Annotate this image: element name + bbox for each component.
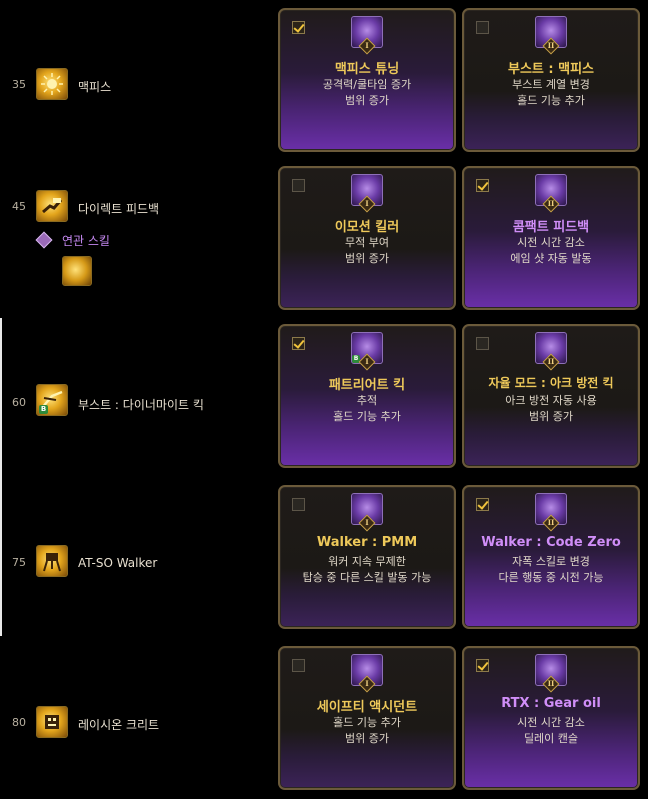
option-card[interactable]: I 이모션 킬러 무적 부여 범위 증가 xyxy=(278,166,456,310)
option-desc: 홀드 기능 추가 xyxy=(517,94,585,107)
option-card[interactable]: B I 패트리어트 킥 추적 홀드 기능 추가 xyxy=(278,324,456,468)
option-card[interactable]: I Walker : PMM 워커 지속 무제한 탑승 중 다른 스킬 발동 가… xyxy=(278,485,456,629)
option-checkbox[interactable] xyxy=(292,337,305,350)
walker-icon[interactable] xyxy=(36,545,68,577)
option-title: 부스트 : 맥피스 xyxy=(507,62,594,77)
skill-name: 레이시온 크리트 xyxy=(78,718,160,732)
skill-name: AT-SO Walker xyxy=(78,556,158,570)
option-checkbox[interactable] xyxy=(476,659,489,672)
skill-level: 45 xyxy=(12,200,26,213)
option-title: 맥피스 튜닝 xyxy=(334,62,400,77)
option-title: Walker : PMM xyxy=(316,535,418,550)
option-desc: 홀드 기능 추가 xyxy=(333,716,401,729)
option-desc: 딜레이 캔슬 xyxy=(523,732,579,745)
skill-level: 60 xyxy=(12,396,26,409)
option-desc: 범위 증가 xyxy=(345,94,389,107)
related-skill-text: 연관 스킬 xyxy=(62,234,110,248)
option-title: RTX : Gear oil xyxy=(501,696,601,711)
kick-icon[interactable]: B xyxy=(36,384,68,416)
option-title: 세이프티 액시던트 xyxy=(316,700,418,715)
option-desc: 범위 증가 xyxy=(345,732,389,745)
option-desc: 부스트 계열 변경 xyxy=(512,78,590,91)
option-title: 이모션 킬러 xyxy=(334,220,400,235)
option-checkbox[interactable] xyxy=(292,21,305,34)
skill-name: 맥피스 xyxy=(78,80,112,94)
option-desc: 범위 증가 xyxy=(529,410,573,423)
option-desc: 자폭 스킬로 변경 xyxy=(512,555,590,568)
option-desc: 탑승 중 다른 스킬 발동 가능 xyxy=(302,571,432,584)
window-edge xyxy=(0,318,2,636)
tier-badge xyxy=(35,231,53,249)
option-card[interactable]: II 부스트 : 맥피스 부스트 계열 변경 홀드 기능 추가 xyxy=(462,8,640,152)
skill-level: 35 xyxy=(12,78,26,91)
option-title: Walker : Code Zero xyxy=(481,535,621,550)
option-desc: 시전 시간 감소 xyxy=(517,236,585,249)
option-checkbox[interactable] xyxy=(292,659,305,672)
option-desc: 공격력/쿨타임 증가 xyxy=(322,78,412,91)
option-title: 패트리어트 킥 xyxy=(328,378,406,393)
option-desc: 워커 지속 무제한 xyxy=(328,555,406,568)
option-card[interactable]: I 세이프티 액시던트 홀드 기능 추가 범위 증가 xyxy=(278,646,456,790)
option-card[interactable]: II RTX : Gear oil 시전 시간 감소 딜레이 캔슬 xyxy=(462,646,640,790)
option-desc: 에임 샷 자동 발동 xyxy=(510,252,592,265)
skill-name: 부스트 : 다이너마이트 킥 xyxy=(78,398,204,412)
mech-arm-icon[interactable] xyxy=(36,190,68,222)
robot-icon[interactable] xyxy=(36,706,68,738)
option-desc: 추적 xyxy=(356,394,378,407)
option-checkbox[interactable] xyxy=(476,337,489,350)
option-checkbox[interactable] xyxy=(476,498,489,511)
option-checkbox[interactable] xyxy=(292,498,305,511)
option-desc: 다른 행동 중 시전 가능 xyxy=(498,571,604,584)
option-card[interactable]: I 맥피스 튜닝 공격력/쿨타임 증가 범위 증가 xyxy=(278,8,456,152)
skill-name: 다이렉트 피드백 xyxy=(78,202,160,216)
option-card[interactable]: II 콤팩트 피드백 시전 시간 감소 에임 샷 자동 발동 xyxy=(462,166,640,310)
related-skill-icon[interactable] xyxy=(62,256,92,286)
option-checkbox[interactable] xyxy=(292,179,305,192)
option-desc: 시전 시간 감소 xyxy=(517,716,585,729)
option-desc: 범위 증가 xyxy=(345,252,389,265)
option-desc: 아크 방전 자동 사용 xyxy=(505,394,597,407)
option-card[interactable]: II Walker : Code Zero 자폭 스킬로 변경 다른 행동 중 … xyxy=(462,485,640,629)
skill-level: 80 xyxy=(12,716,26,729)
option-card[interactable]: II 자율 모드 : 아크 방전 킥 아크 방전 자동 사용 범위 증가 xyxy=(462,324,640,468)
option-title: 콤팩트 피드백 xyxy=(512,220,590,235)
option-checkbox[interactable] xyxy=(476,21,489,34)
option-title: 자율 모드 : 아크 방전 킥 xyxy=(488,376,614,390)
skill-level: 75 xyxy=(12,556,26,569)
option-desc: 홀드 기능 추가 xyxy=(333,410,401,423)
option-desc: 무적 부여 xyxy=(345,236,389,249)
boost-badge: B xyxy=(39,405,48,414)
option-checkbox[interactable] xyxy=(476,179,489,192)
sun-burst-icon[interactable] xyxy=(36,68,68,100)
